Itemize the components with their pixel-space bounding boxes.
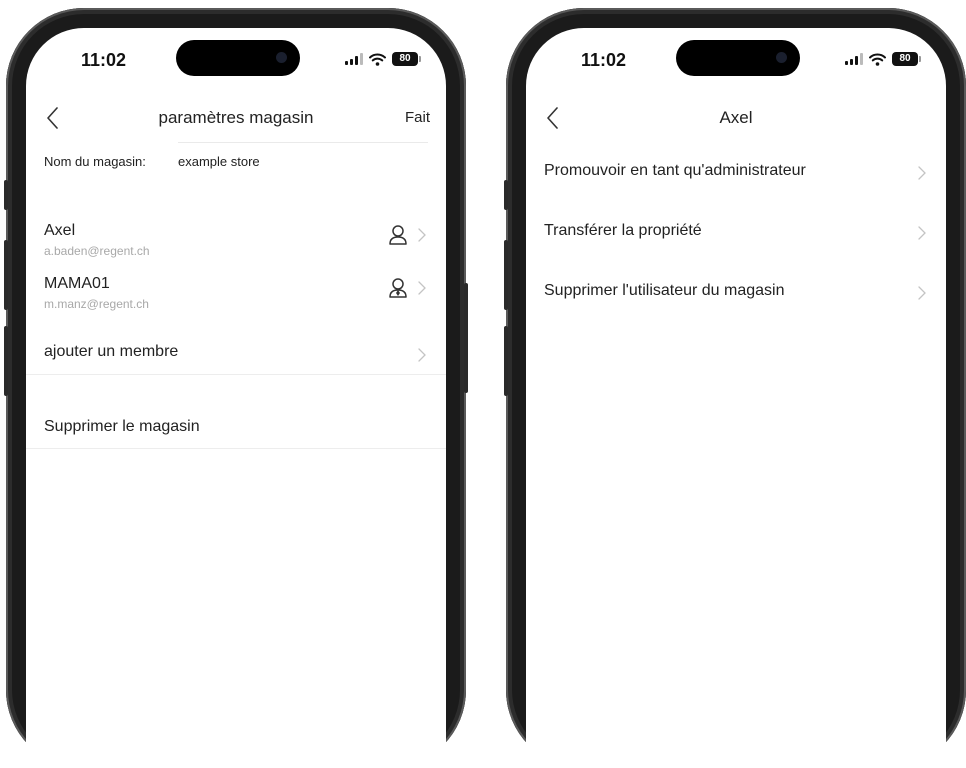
- remove-user-label: Supprimer l'utilisateur du magasin: [544, 282, 785, 299]
- transfer-ownership-row[interactable]: Transférer la propriété: [526, 204, 946, 264]
- nav-bar: Axel: [526, 100, 946, 136]
- phone-volume-down-button: [4, 326, 8, 396]
- member-detail-screen: 11:02 80 Axel Promouvoir en tant qu'admi…: [526, 28, 946, 768]
- add-member-label: ajouter un membre: [44, 343, 179, 360]
- divider: [26, 374, 446, 375]
- phone-action-button: [4, 180, 8, 210]
- member-email: a.baden@regent.ch: [44, 244, 150, 258]
- admin-user-icon: [389, 278, 407, 298]
- delete-store-label: Supprimer le magasin: [44, 418, 200, 435]
- status-time: 11:02: [81, 50, 127, 70]
- user-icon: [389, 225, 407, 245]
- dynamic-island: [176, 40, 300, 76]
- promote-admin-label: Promouvoir en tant qu'administrateur: [544, 162, 806, 179]
- delete-store-row[interactable]: Supprimer le magasin: [26, 400, 446, 460]
- member-row[interactable]: Axel a.baden@regent.ch: [26, 222, 446, 272]
- phone-volume-down-button: [504, 326, 508, 396]
- transfer-ownership-label: Transférer la propriété: [544, 222, 702, 239]
- phone-volume-up-button: [504, 240, 508, 310]
- member-email: m.manz@regent.ch: [44, 297, 149, 311]
- phone-action-button: [504, 180, 508, 210]
- dynamic-island: [676, 40, 800, 76]
- remove-user-row[interactable]: Supprimer l'utilisateur du magasin: [526, 264, 946, 324]
- member-name: MAMA01: [44, 275, 110, 292]
- chevron-right-icon: [418, 281, 426, 295]
- phone-volume-up-button: [4, 240, 8, 310]
- chevron-right-icon: [418, 228, 426, 242]
- cellular-signal-icon: [845, 53, 863, 65]
- store-name-field[interactable]: example store: [178, 142, 428, 187]
- store-name-value[interactable]: example store: [178, 154, 260, 169]
- status-bar: 11:02 80: [26, 28, 446, 88]
- store-name-row: Nom du magasin: example store: [26, 142, 446, 192]
- promote-admin-row[interactable]: Promouvoir en tant qu'administrateur: [526, 144, 946, 204]
- chevron-right-icon: [918, 286, 926, 300]
- nav-bar: paramètres magasin Fait: [26, 100, 446, 136]
- status-bar: 11:02 80: [526, 28, 946, 88]
- cellular-signal-icon: [345, 53, 363, 65]
- store-settings-screen: 11:02 80 paramètres magasin Fait Nom du …: [26, 28, 446, 768]
- member-name: Axel: [44, 222, 76, 239]
- camera-icon: [776, 52, 787, 63]
- divider: [26, 448, 446, 449]
- member-row[interactable]: MAMA01 m.manz@regent.ch: [26, 275, 446, 325]
- page-title: Axel: [719, 108, 753, 127]
- chevron-right-icon: [918, 166, 926, 180]
- phone-power-button: [464, 283, 468, 393]
- page-title: paramètres magasin: [158, 108, 314, 127]
- status-icons: 80: [845, 51, 921, 67]
- wifi-icon: [369, 53, 386, 66]
- chevron-right-icon: [418, 348, 426, 362]
- status-time: 11:02: [581, 50, 627, 70]
- phone-frame-right: 11:02 80 Axel Promouvoir en tant qu'admi…: [504, 8, 966, 768]
- status-icons: 80: [345, 51, 421, 67]
- battery-icon: 80: [892, 52, 921, 66]
- battery-icon: 80: [392, 52, 421, 66]
- phone-frame-left: 11:02 80 paramètres magasin Fait Nom du …: [4, 8, 468, 768]
- store-name-label: Nom du magasin:: [44, 154, 146, 169]
- add-member-row[interactable]: ajouter un membre: [26, 325, 446, 385]
- camera-icon: [276, 52, 287, 63]
- wifi-icon: [869, 53, 886, 66]
- done-button[interactable]: Fait: [405, 109, 430, 126]
- chevron-right-icon: [918, 226, 926, 240]
